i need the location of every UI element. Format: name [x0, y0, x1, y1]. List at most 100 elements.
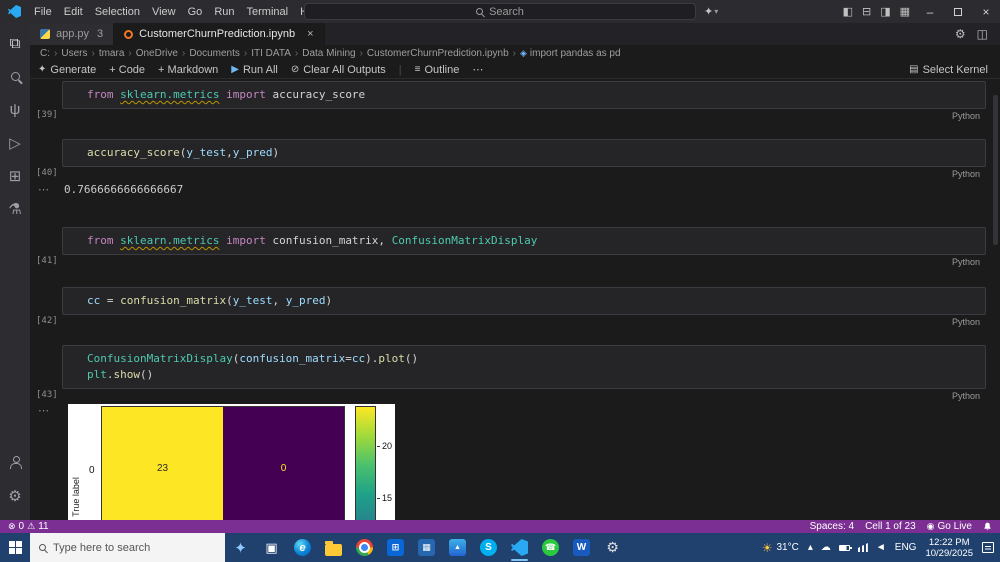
action-center-icon[interactable]: [982, 542, 994, 553]
edge-icon[interactable]: e: [287, 533, 318, 562]
settings-icon[interactable]: ⚙: [0, 479, 30, 512]
whatsapp-icon[interactable]: ☎: [535, 533, 566, 562]
source-control-icon[interactable]: ψ: [0, 93, 30, 126]
customize-layout-icon[interactable]: ▦: [900, 5, 910, 18]
menu-run[interactable]: Run: [208, 0, 240, 23]
run-debug-icon[interactable]: ▷: [0, 126, 30, 159]
cell-language-picker[interactable]: Python: [952, 391, 980, 401]
menu-file[interactable]: File: [28, 0, 58, 23]
cell-language-picker[interactable]: Python: [952, 317, 980, 327]
cell-editor[interactable]: ConfusionMatrixDisplay(confusion_matrix=…: [62, 345, 986, 389]
output-collapse-icon[interactable]: ⋯: [38, 183, 50, 196]
add-markdown-button[interactable]: + Markdown: [158, 64, 218, 76]
editor-scrollbar[interactable]: [993, 95, 998, 245]
photos-icon[interactable]: ▲: [442, 533, 473, 562]
calculator-icon[interactable]: ▦: [411, 533, 442, 562]
chevron-up-icon[interactable]: ▴: [808, 542, 813, 553]
close-tab-icon[interactable]: ×: [307, 28, 313, 40]
tab-label: CustomerChurnPrediction.ipynb: [139, 28, 295, 40]
breadcrumb-item[interactable]: C:: [40, 48, 50, 59]
store-icon[interactable]: ⊞: [380, 533, 411, 562]
cell-language-picker[interactable]: Python: [952, 111, 980, 121]
cell-indicator[interactable]: Cell 1 of 23: [865, 521, 916, 532]
problems-indicator[interactable]: ⊗ 0 ⚠ 11: [8, 521, 49, 532]
generate-button[interactable]: ✦ Generate: [38, 64, 96, 76]
cell-editor[interactable]: accuracy_score(y_test,y_pred): [62, 139, 986, 167]
file-explorer-icon[interactable]: [318, 533, 349, 562]
language-indicator[interactable]: ENG: [895, 542, 917, 553]
start-button[interactable]: [0, 533, 30, 562]
run-all-button[interactable]: ▶ Run All: [231, 64, 278, 76]
cell-editor[interactable]: from sklearn.metrics import accuracy_sco…: [62, 81, 986, 109]
confusion-matrix-figure: True label 0 23 0 20 15: [68, 404, 395, 520]
breadcrumb-item[interactable]: Users: [61, 48, 87, 59]
toggle-sidebar-icon[interactable]: ◧: [843, 5, 853, 18]
battery-icon[interactable]: [839, 545, 850, 551]
explorer-icon[interactable]: ⧉: [0, 27, 30, 60]
breadcrumb-item[interactable]: CustomerChurnPrediction.ipynb: [367, 48, 509, 59]
menu-terminal[interactable]: Terminal: [241, 0, 295, 23]
status-bar: ⊗ 0 ⚠ 11 Spaces: 4 Cell 1 of 23 ◉ Go Liv…: [0, 520, 1000, 533]
account-icon[interactable]: [0, 446, 30, 479]
toggle-panel-icon[interactable]: ⊟: [862, 5, 871, 18]
split-editor-icon[interactable]: ◫: [977, 27, 988, 41]
breadcrumb-item[interactable]: Data Mining: [302, 48, 355, 59]
command-center-search[interactable]: Search: [304, 3, 696, 20]
temperature: 31°C: [777, 542, 799, 553]
spaces-indicator[interactable]: Spaces: 4: [810, 521, 854, 532]
chrome-glyph: [356, 539, 373, 556]
volume-icon[interactable]: ◄: [876, 542, 886, 553]
tab-notebook[interactable]: CustomerChurnPrediction.ipynb ×: [114, 23, 324, 45]
menu-edit[interactable]: Edit: [58, 0, 89, 23]
run-all-icon: ▶: [231, 64, 239, 75]
minimize-button[interactable]: –: [916, 0, 944, 23]
breadcrumb-item[interactable]: OneDrive: [136, 48, 178, 59]
extensions-icon[interactable]: ⊞: [0, 159, 30, 192]
search-icon[interactable]: [0, 60, 30, 93]
breadcrumb-item[interactable]: Documents: [189, 48, 240, 59]
gear-icon[interactable]: ⚙: [955, 27, 966, 41]
breadcrumb-separator-icon: ›: [360, 48, 363, 59]
copilot-icon[interactable]: ✦: [225, 533, 256, 562]
clear-outputs-button[interactable]: ⊘ Clear All Outputs: [291, 64, 386, 76]
notifications-bell-icon[interactable]: [983, 522, 992, 531]
output-collapse-icon[interactable]: ⋯: [38, 404, 50, 417]
skype-icon[interactable]: S: [473, 533, 504, 562]
word-icon[interactable]: W: [566, 533, 597, 562]
code-line: from sklearn.metrics import confusion_ma…: [87, 233, 977, 249]
cell-output-text: ⋯ 0.7666666666666667: [62, 183, 986, 196]
cell-language-picker[interactable]: Python: [952, 169, 980, 179]
breadcrumb-item[interactable]: tmara: [99, 48, 125, 59]
cell-editor[interactable]: cc = confusion_matrix(y_test, y_pred): [62, 287, 986, 315]
cell-language-picker[interactable]: Python: [952, 257, 980, 267]
tab-app-py[interactable]: app.py 3: [30, 23, 114, 45]
cell-editor[interactable]: from sklearn.metrics import confusion_ma…: [62, 227, 986, 255]
go-live-button[interactable]: ◉ Go Live: [927, 521, 972, 532]
chrome-icon[interactable]: [349, 533, 380, 562]
notebook-toolbar: ✦ Generate + Code + Markdown ▶ Run All ⊘…: [30, 61, 1000, 79]
breadcrumb-item[interactable]: ITI DATA: [251, 48, 291, 59]
clock[interactable]: 12:22 PM 10/29/2025: [925, 537, 973, 559]
breadcrumb-separator-icon: ›: [295, 48, 298, 59]
close-button[interactable]: ×: [972, 0, 1000, 23]
menu-view[interactable]: View: [146, 0, 182, 23]
maximize-button[interactable]: [944, 0, 972, 23]
vscode-icon[interactable]: [504, 533, 535, 562]
copilot-icon[interactable]: ✦ ▾: [704, 0, 718, 23]
toggle-secondary-sidebar-icon[interactable]: ◨: [880, 5, 890, 18]
settings-icon[interactable]: ⚙: [597, 533, 628, 562]
menu-selection[interactable]: Selection: [89, 0, 146, 23]
task-view-icon[interactable]: ▣: [256, 533, 287, 562]
taskbar-search[interactable]: Type here to search: [30, 533, 225, 562]
more-actions-button[interactable]: ⋯: [472, 63, 483, 76]
select-kernel-button[interactable]: ▤ Select Kernel: [909, 64, 1000, 76]
breadcrumb-item[interactable]: import pandas as pd: [530, 48, 621, 59]
outline-button[interactable]: ≡ Outline: [415, 64, 460, 76]
weather-widget[interactable]: ☀ 31°C: [762, 541, 799, 555]
network-icon[interactable]: [858, 543, 868, 552]
onedrive-icon[interactable]: ☁: [821, 542, 831, 553]
add-code-button[interactable]: + Code: [109, 64, 145, 76]
testing-icon[interactable]: ⚗: [0, 192, 30, 225]
date: 10/29/2025: [925, 548, 973, 559]
menu-go[interactable]: Go: [182, 0, 209, 23]
